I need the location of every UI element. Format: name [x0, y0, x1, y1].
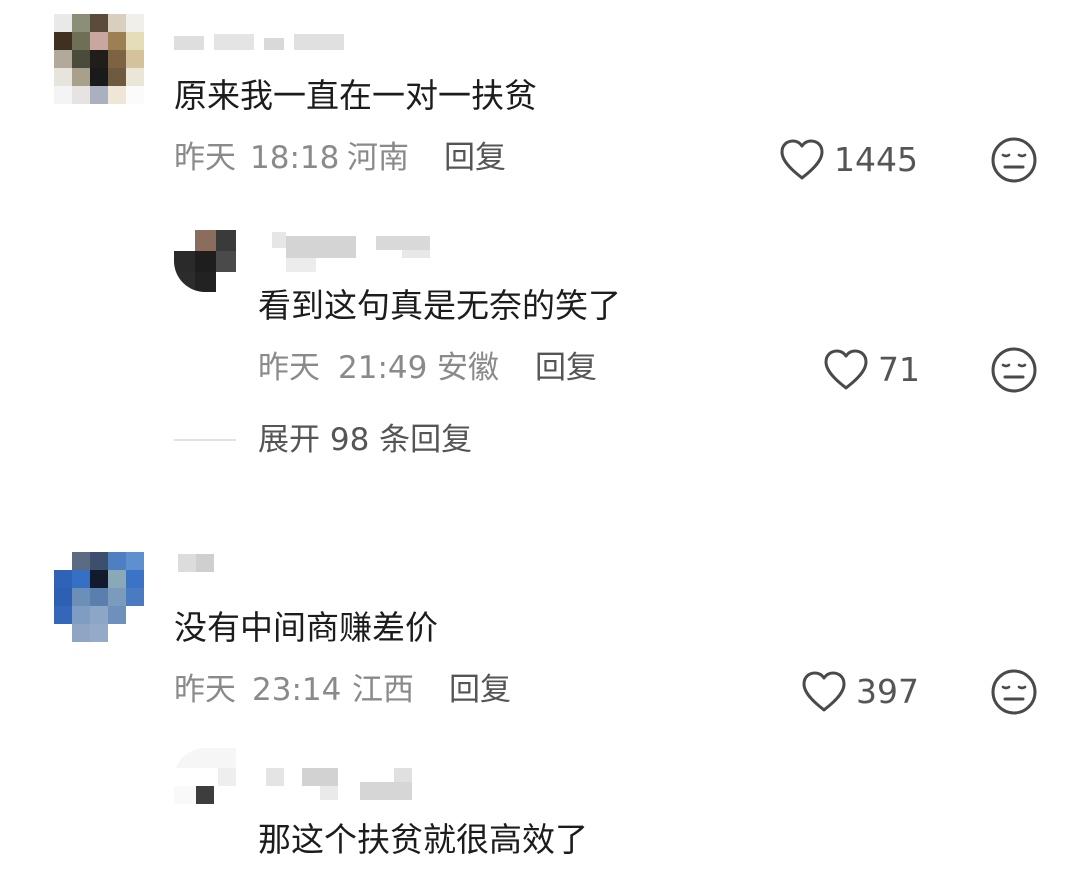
dislike-button[interactable]: [990, 136, 1038, 184]
reply-text: 那这个扶贫就很高效了: [258, 820, 588, 859]
comment-location: 河南: [347, 140, 409, 176]
username-redacted[interactable]: [174, 32, 354, 52]
reply-item: 看到这句真是无奈的笑了 昨天 21:49 安徽 回复 71: [0, 220, 1080, 400]
username-redacted[interactable]: [266, 762, 416, 802]
reply-time: 21:49: [338, 350, 428, 386]
dislike-button[interactable]: [990, 346, 1038, 394]
like-count: 1445: [834, 140, 918, 179]
avatar[interactable]: [54, 14, 144, 104]
like-button[interactable]: 397: [800, 670, 919, 714]
comment: 没有中间商赚差价 昨天 23:14 江西 回复 397 那这个扶贫就很高效了: [0, 540, 1080, 873]
reply-item: 那这个扶贫就很高效了: [0, 740, 1080, 873]
reply-button[interactable]: 回复: [535, 348, 597, 388]
avatar[interactable]: [174, 748, 236, 810]
comment: 原来我一直在一对一扶贫 昨天 18:18 河南 回复 1445 看到这句真是无奈…: [0, 0, 1080, 470]
comment-date: 昨天: [174, 672, 236, 708]
avatar[interactable]: [174, 230, 236, 292]
comment-time: 18:18: [250, 140, 340, 176]
reply-location: 安徽: [437, 350, 499, 386]
heart-outline-icon: [778, 138, 826, 182]
expand-replies-label[interactable]: 展开 98 条回复: [258, 420, 472, 460]
like-button[interactable]: 1445: [778, 138, 918, 182]
like-count: 71: [878, 350, 920, 389]
heart-outline-icon: [822, 348, 870, 392]
neutral-face-icon: [990, 137, 1038, 188]
username-redacted[interactable]: [272, 232, 442, 272]
neutral-face-icon: [990, 347, 1038, 398]
comment-date: 昨天: [174, 140, 236, 176]
heart-outline-icon: [800, 670, 848, 714]
dislike-button[interactable]: [990, 668, 1038, 716]
reply-date: 昨天: [258, 350, 320, 386]
like-button[interactable]: 71: [822, 348, 920, 392]
neutral-face-icon: [990, 669, 1038, 720]
avatar[interactable]: [54, 552, 144, 642]
reply-button[interactable]: 回复: [444, 138, 506, 178]
comment-text: 没有中间商赚差价: [174, 608, 438, 647]
divider: [174, 439, 236, 441]
reply-text: 看到这句真是无奈的笑了: [258, 286, 621, 325]
comment-text: 原来我一直在一对一扶贫: [174, 76, 537, 115]
reply-button[interactable]: 回复: [449, 670, 511, 710]
comment-time: 23:14: [252, 672, 342, 708]
expand-replies[interactable]: 展开 98 条回复: [0, 418, 1080, 464]
comment-location: 江西: [352, 672, 414, 708]
like-count: 397: [856, 672, 919, 711]
username-redacted[interactable]: [178, 554, 218, 574]
